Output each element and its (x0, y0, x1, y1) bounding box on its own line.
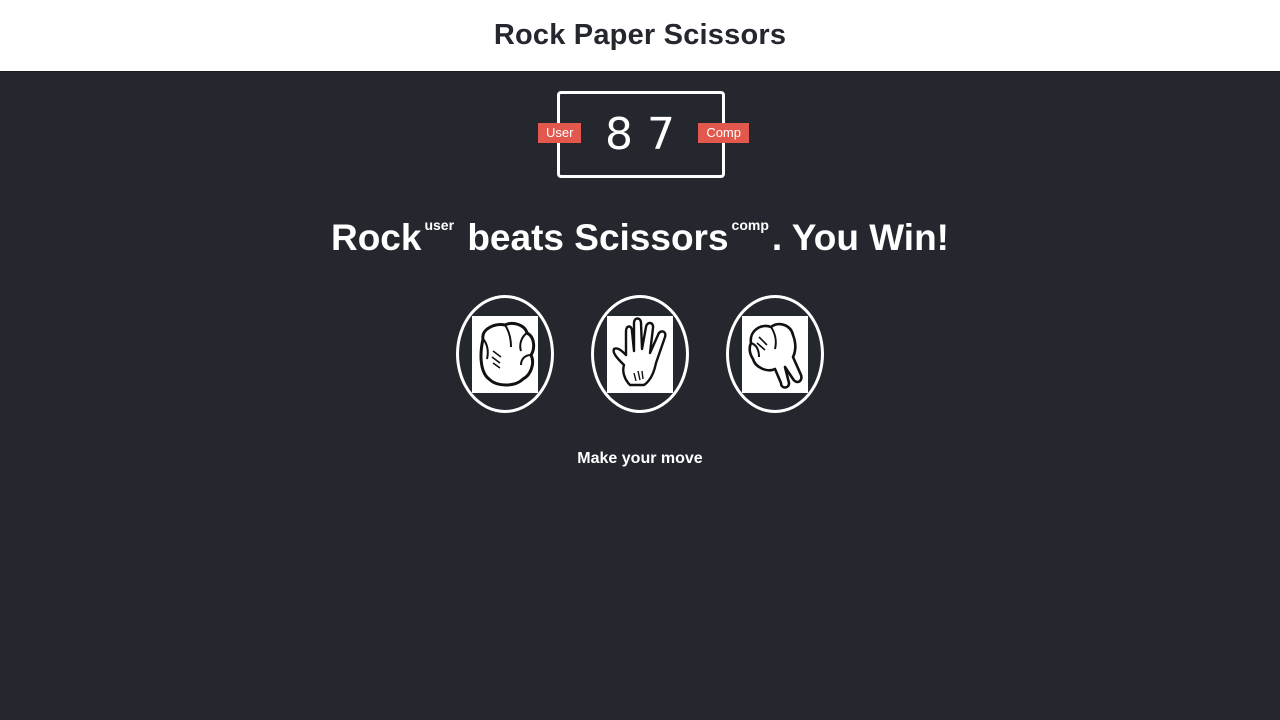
score-display: 8 7 (560, 94, 722, 175)
paper-hand-icon (612, 317, 667, 387)
result-user-choice: Rock (330, 217, 422, 258)
rock-image (472, 315, 538, 393)
scissors-image (742, 315, 808, 393)
rock-hand-icon (479, 321, 536, 387)
user-score: 8 (605, 109, 635, 160)
scissors-button[interactable] (726, 295, 824, 413)
scoreboard: User Comp 8 7 (538, 91, 749, 178)
result-verb: beats (467, 217, 564, 258)
page-title: Rock Paper Scissors (493, 19, 787, 51)
result-comp-choice: Scissors (574, 217, 729, 258)
result-message: Rock user beats Scissors comp. You Win! (0, 200, 1280, 263)
paper-button[interactable] (591, 295, 689, 413)
result-outcome: . You Win! (771, 217, 949, 258)
comp-score: 7 (647, 109, 677, 160)
paper-image (607, 315, 673, 393)
scissors-hand-icon (748, 322, 803, 389)
result-user-tag: user (424, 217, 455, 233)
page-header: Rock Paper Scissors (0, 0, 1280, 72)
rock-button[interactable] (456, 295, 554, 413)
result-comp-tag: comp (731, 217, 769, 233)
action-message: Make your move (577, 450, 703, 467)
